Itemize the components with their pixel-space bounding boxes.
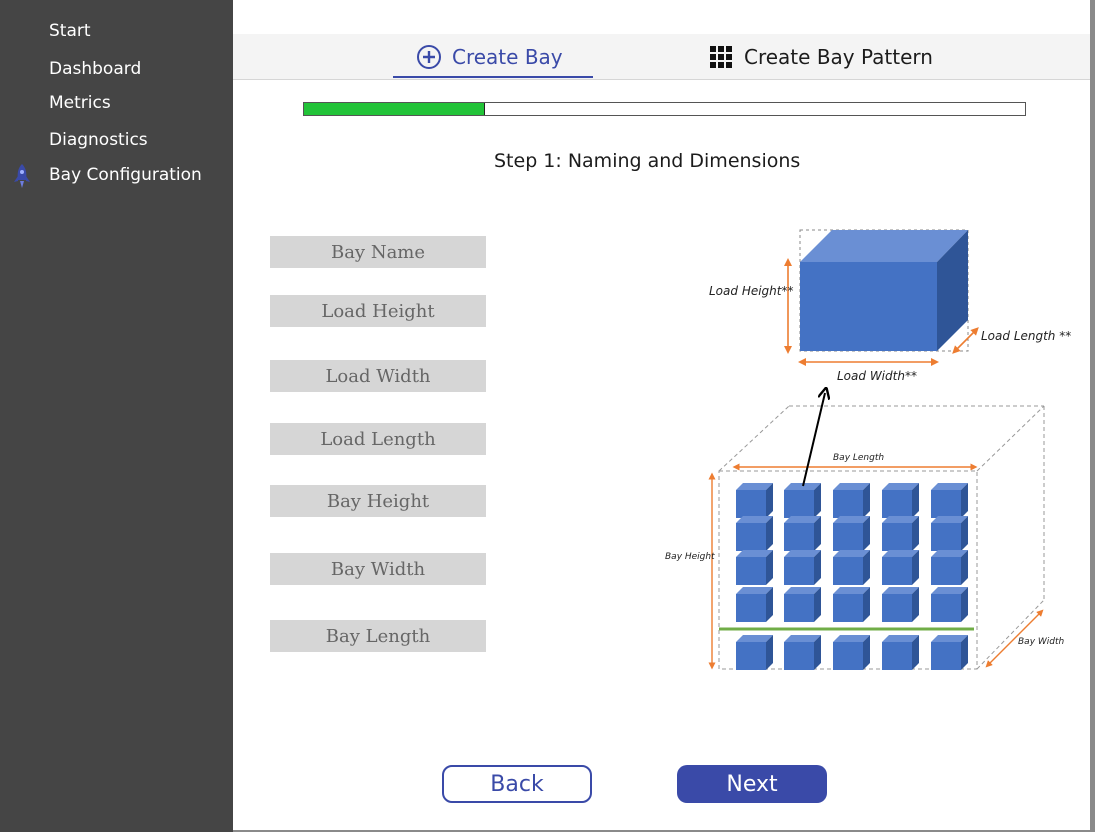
bay-dimensions-diagram: Load Height** Load Length ** Load Width*… xyxy=(665,229,1071,670)
bay-height-field[interactable]: Bay Height xyxy=(270,485,486,517)
bay-load-cube xyxy=(833,516,870,551)
bay-load-cube xyxy=(784,635,821,670)
plus-circle-icon xyxy=(417,44,441,69)
next-button[interactable]: Next xyxy=(677,765,827,803)
sidebar-item-dashboard[interactable]: Dashboard xyxy=(49,59,141,79)
bay-width-label: Bay Width xyxy=(1018,637,1065,647)
bay-load-cube xyxy=(833,550,870,585)
bay-load-cube xyxy=(931,550,968,585)
bay-load-cube xyxy=(882,483,919,518)
grid-icon xyxy=(710,45,732,68)
bay-load-cube xyxy=(784,587,821,622)
load-height-field[interactable]: Load Height xyxy=(270,295,486,327)
sidebar: Start Dashboard Metrics Diagnostics Bay … xyxy=(0,0,233,832)
bay-load-cube xyxy=(833,483,870,518)
bay-name-field[interactable]: Bay Name xyxy=(270,236,486,268)
bay-load-cube xyxy=(784,483,821,518)
progress-bar-fill xyxy=(304,103,486,115)
bay-load-cube xyxy=(784,550,821,585)
load-length-label: Load Length ** xyxy=(981,329,1071,343)
bay-load-cube xyxy=(882,635,919,670)
tab-create-bay[interactable]: Create Bay xyxy=(416,34,563,79)
bay-length-label: Bay Length xyxy=(833,453,884,463)
load-box xyxy=(799,229,969,352)
sidebar-item-bay-configuration[interactable]: Bay Configuration xyxy=(49,165,202,185)
bay-length-field[interactable]: Bay Length xyxy=(270,620,486,652)
sidebar-item-start[interactable]: Start xyxy=(49,21,91,41)
load-length-field[interactable]: Load Length xyxy=(270,423,486,455)
bay-load-cube xyxy=(736,483,773,518)
load-width-label: Load Width** xyxy=(837,369,917,383)
bay-load-cube xyxy=(736,550,773,585)
bay-load-cube xyxy=(931,516,968,551)
back-button[interactable]: Back xyxy=(442,765,592,803)
load-width-field[interactable]: Load Width xyxy=(270,360,486,392)
step-title: Step 1: Naming and Dimensions xyxy=(494,150,801,172)
active-tab-indicator xyxy=(393,76,593,78)
load-pointer-arrow xyxy=(802,393,825,487)
rocket-icon xyxy=(14,164,30,188)
bay-load-cube xyxy=(736,587,773,622)
bay-load-cube xyxy=(931,635,968,670)
bay-load-cube xyxy=(882,587,919,622)
load-length-dimension xyxy=(952,327,979,354)
bay-load-cube xyxy=(931,587,968,622)
tab-create-bay-label: Create Bay xyxy=(452,44,563,69)
bay-loads xyxy=(736,483,968,670)
progress-bar xyxy=(303,102,1026,116)
bay-load-cube xyxy=(882,516,919,551)
sidebar-item-diagnostics[interactable]: Diagnostics xyxy=(49,130,148,150)
bay-height-label: Bay Height xyxy=(665,552,715,562)
bay-load-cube xyxy=(736,516,773,551)
sidebar-item-metrics[interactable]: Metrics xyxy=(49,93,111,113)
bay-load-cube xyxy=(784,516,821,551)
tab-create-bay-pattern[interactable]: Create Bay Pattern xyxy=(710,34,933,79)
bay-load-cube xyxy=(882,550,919,585)
bay-load-cube xyxy=(833,587,870,622)
tab-bar: Create Bay Create Bay Pattern xyxy=(233,34,1090,80)
tab-create-bay-pattern-label: Create Bay Pattern xyxy=(744,44,933,69)
load-height-label: Load Height** xyxy=(709,284,793,298)
bay-load-cube xyxy=(736,635,773,670)
bay-width-field[interactable]: Bay Width xyxy=(270,553,486,585)
bay-load-cube xyxy=(931,483,968,518)
bay-load-cube xyxy=(833,635,870,670)
